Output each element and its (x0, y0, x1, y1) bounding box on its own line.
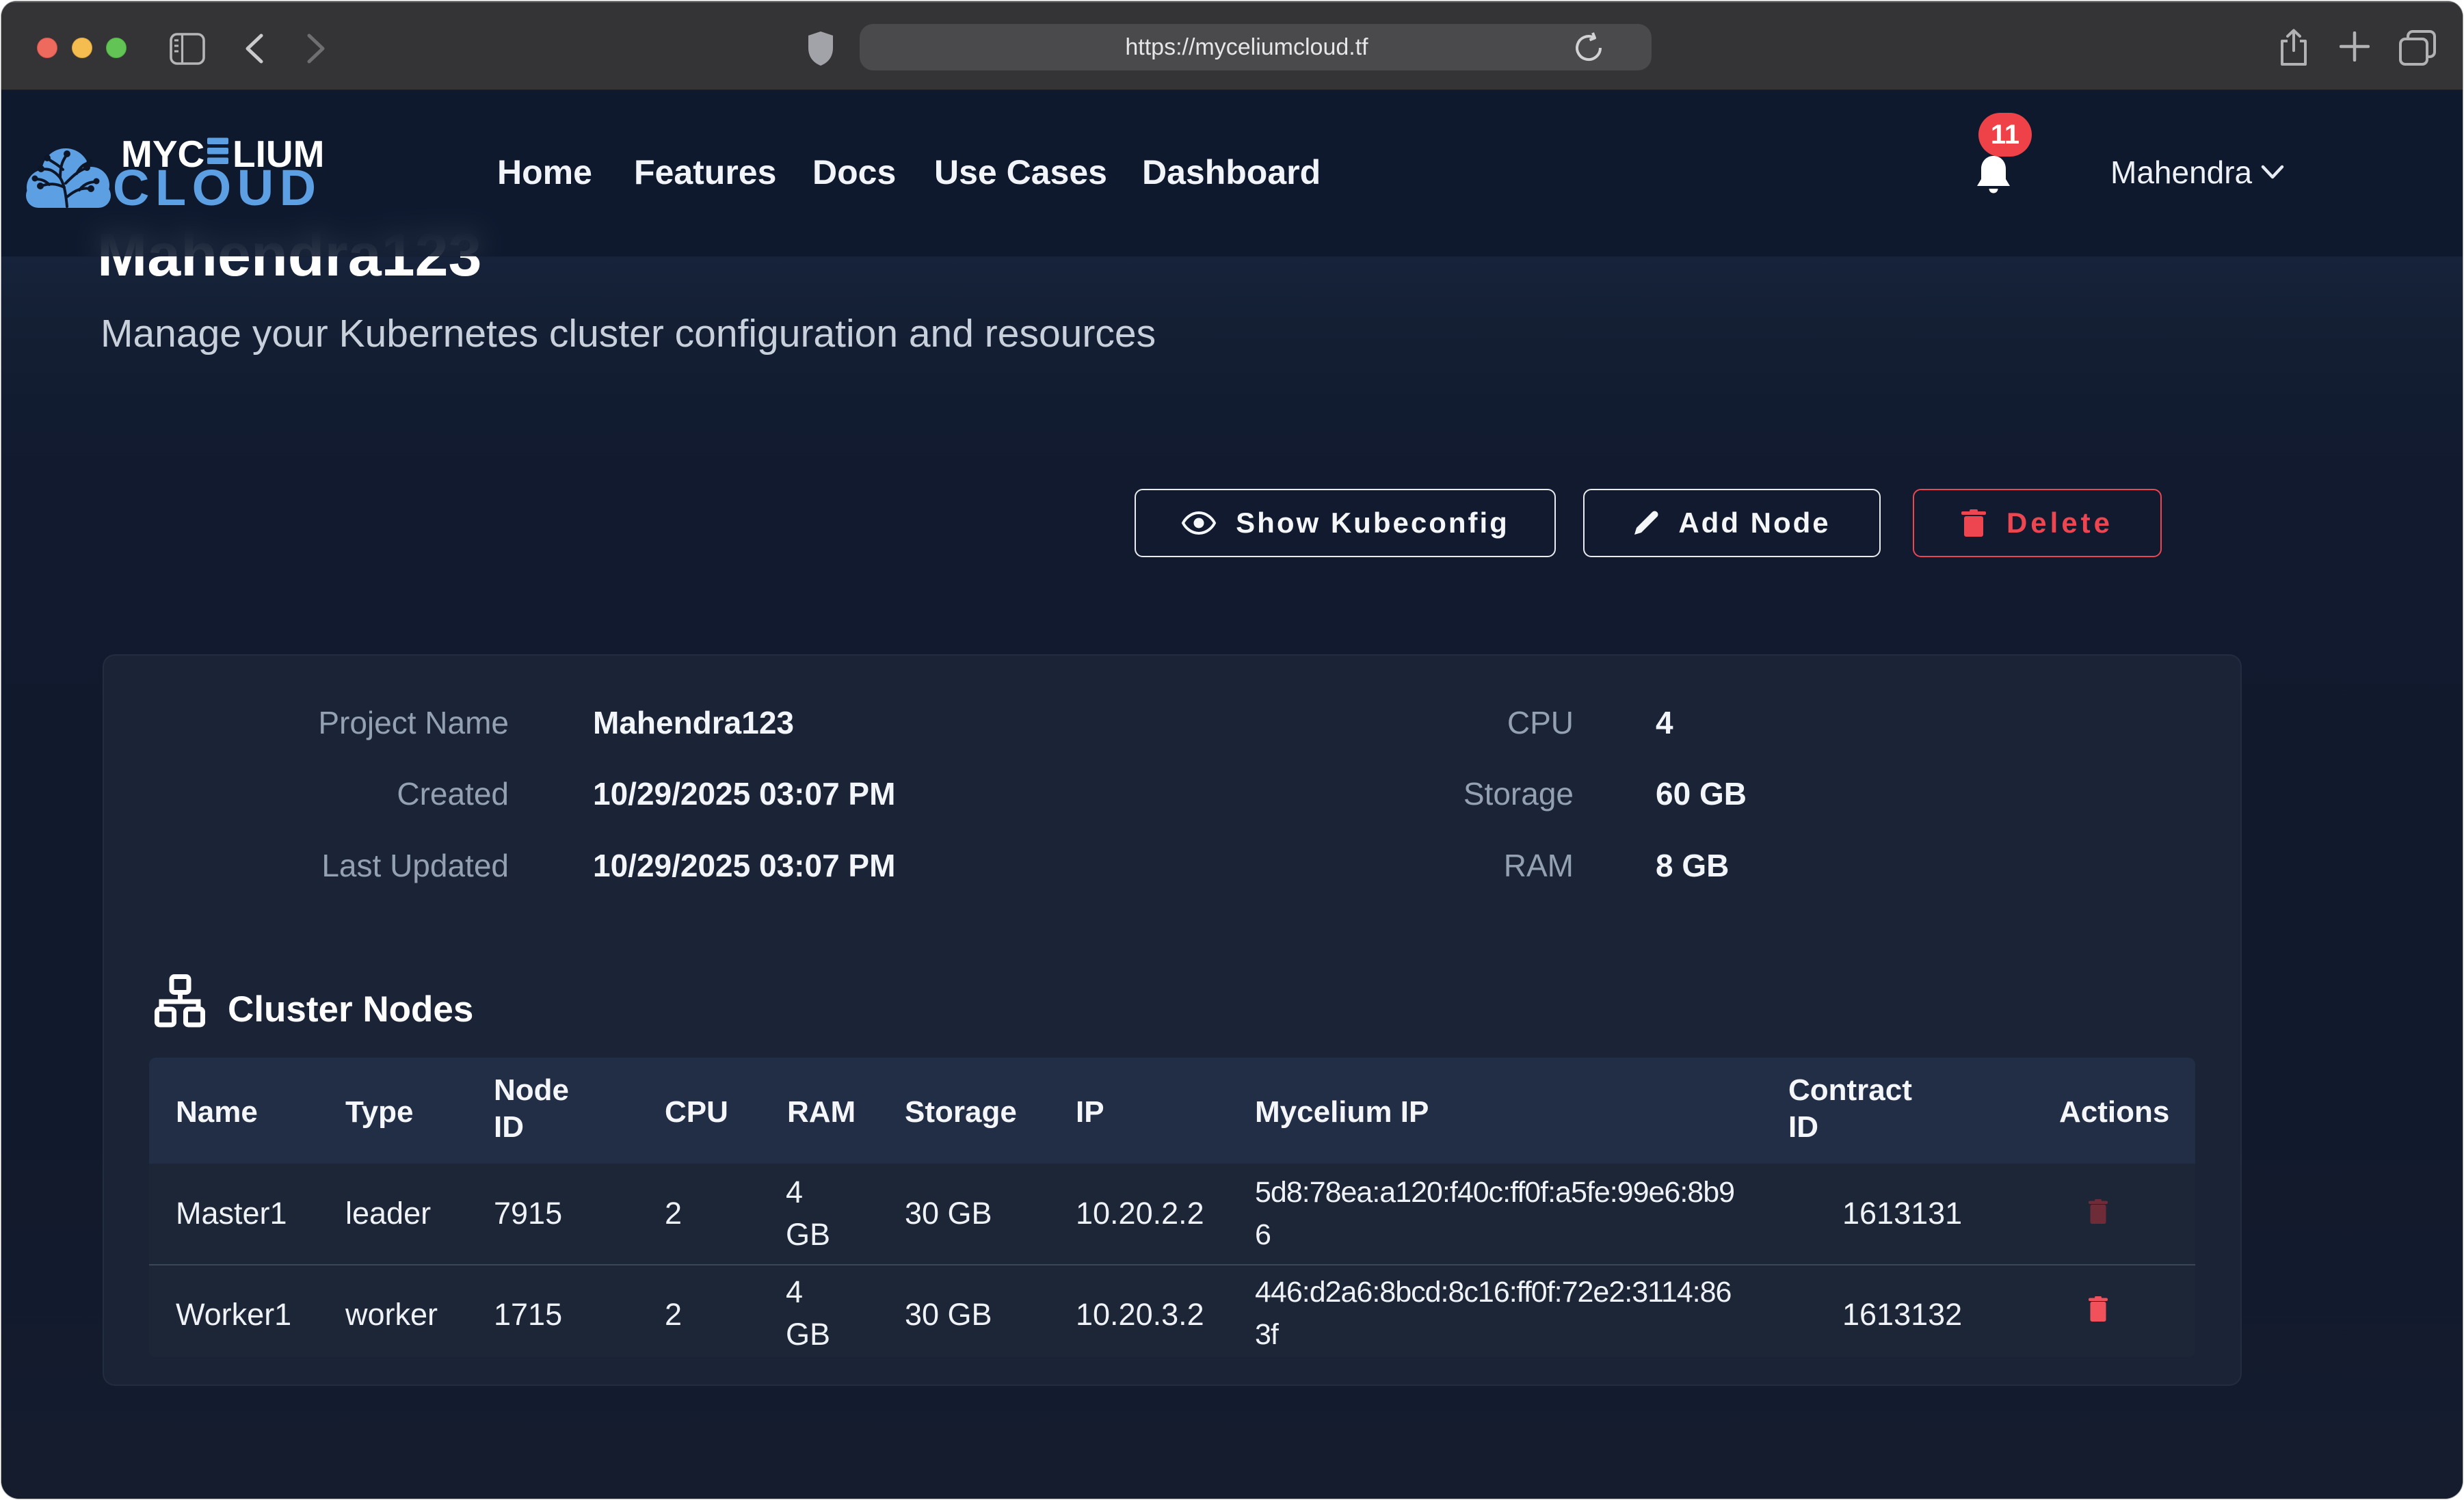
svg-text:CLOUD: CLOUD (113, 159, 322, 211)
